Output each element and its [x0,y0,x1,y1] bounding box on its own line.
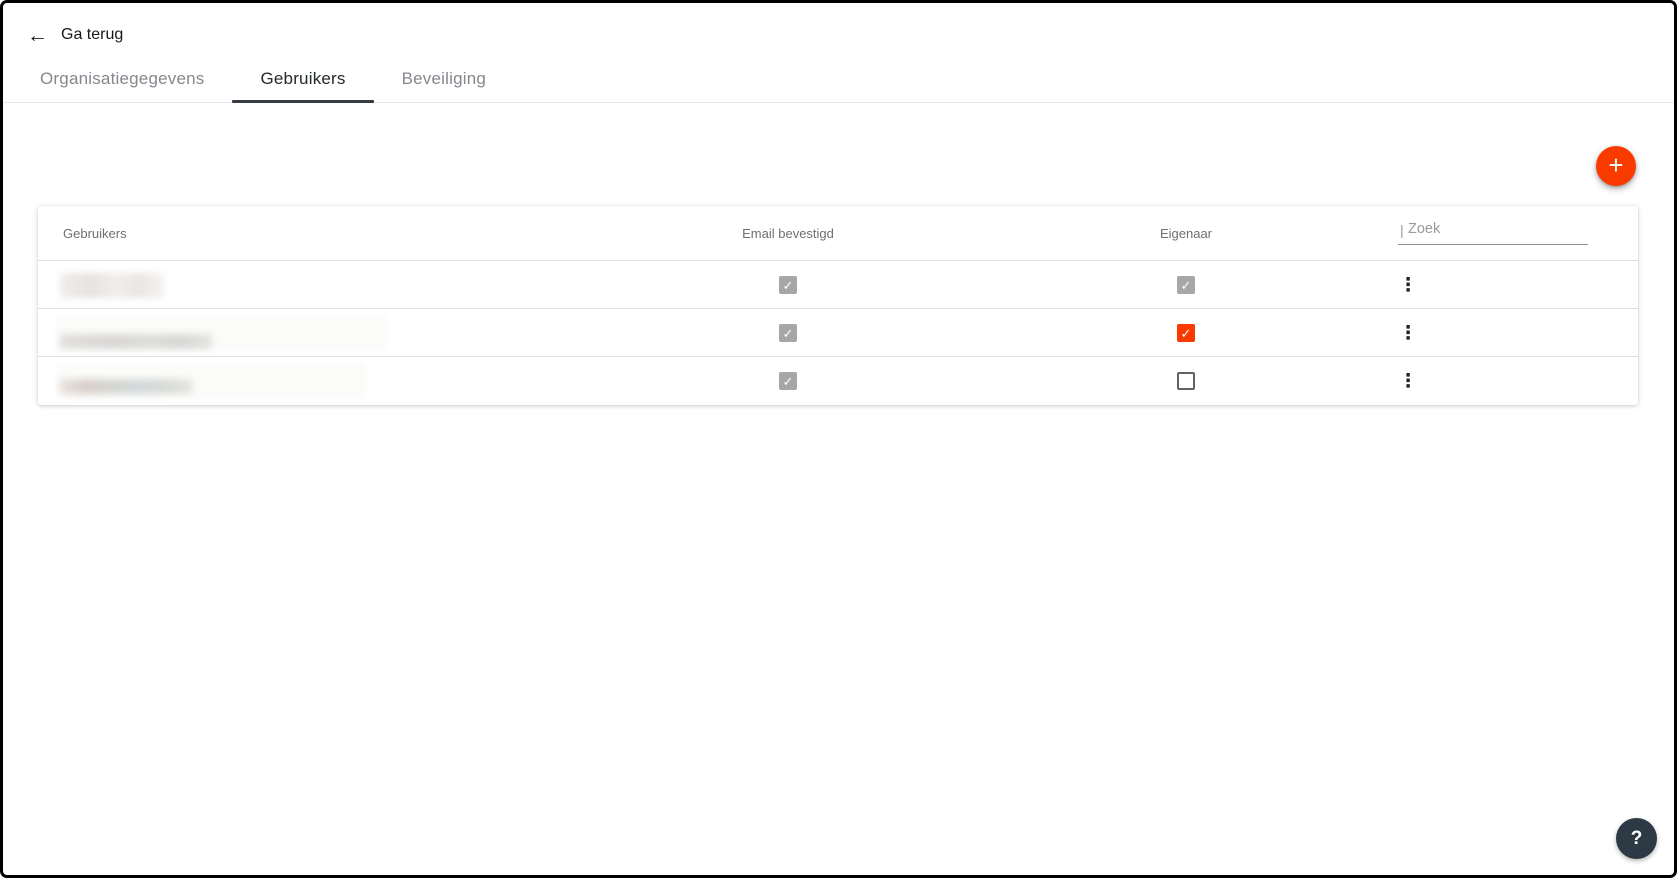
owner-cell: ✓ [1086,357,1286,405]
email-confirmed-checkbox[interactable]: ✓ [779,372,797,390]
table-row: ✓ ✓ ⋮ [38,309,1638,357]
email-confirmed-cell: ✓ [638,357,938,405]
table-header-row: Gebruikers Email bevestigd Eigenaar | [38,206,1638,261]
user-name-cell [60,357,192,405]
back-button[interactable]: ← Ga terug [27,22,123,48]
email-confirmed-cell: ✓ [638,261,938,309]
tab-label: Gebruikers [260,69,345,89]
tab-label: Organisatiegegevens [40,69,204,89]
owner-checkbox[interactable]: ✓ [1177,372,1195,390]
owner-checkbox[interactable]: ✓ [1177,324,1195,342]
row-menu-button[interactable]: ⋮ [1391,320,1426,347]
email-confirmed-checkbox[interactable]: ✓ [779,324,797,342]
row-menu-button[interactable]: ⋮ [1391,272,1426,299]
app-window: ← Ga terug Organisatiegegevens Gebruiker… [0,0,1677,878]
row-actions-cell: ⋮ [1383,357,1433,405]
row-actions-cell: ⋮ [1383,309,1433,357]
column-header-owner: Eigenaar [1086,206,1286,261]
table-row: ✓ ✓ ⋮ [38,357,1638,405]
plus-icon: + [1608,152,1623,178]
column-header-email-confirmed: Email bevestigd [638,206,938,261]
redacted-user-name [60,273,164,298]
row-actions-cell: ⋮ [1383,261,1433,309]
tab-bar: Organisatiegegevens Gebruikers Beveiligi… [3,55,1674,103]
check-icon: ✓ [1181,279,1192,292]
search-field-wrap: | [1398,217,1588,247]
user-name-cell [60,309,212,357]
column-header-users: Gebruikers [63,206,127,261]
user-name-cell [60,261,164,309]
tab-beveiliging[interactable]: Beveiliging [374,55,514,102]
email-confirmed-checkbox[interactable]: ✓ [779,276,797,294]
table-row: ✓ ✓ ⋮ [38,261,1638,309]
tab-label: Beveiliging [402,69,486,89]
users-table: Gebruikers Email bevestigd Eigenaar | ✓ … [38,206,1638,405]
check-icon: ✓ [783,375,794,388]
back-label: Ga terug [61,26,123,44]
help-button[interactable]: ? [1616,818,1657,859]
back-arrow-icon: ← [27,25,48,46]
tab-organisatiegegevens[interactable]: Organisatiegegevens [12,55,232,102]
check-icon: ✓ [783,279,794,292]
redacted-user-name [60,334,212,349]
tab-gebruikers[interactable]: Gebruikers [232,55,373,102]
owner-cell: ✓ [1086,309,1286,357]
email-confirmed-cell: ✓ [638,309,938,357]
question-mark-icon: ? [1631,828,1643,850]
search-input[interactable] [1398,217,1588,245]
row-menu-button[interactable]: ⋮ [1391,368,1426,395]
redacted-user-name [60,379,192,394]
owner-cell: ✓ [1086,261,1286,309]
check-icon: ✓ [1181,327,1192,340]
add-user-button[interactable]: + [1596,146,1636,186]
owner-checkbox[interactable]: ✓ [1177,276,1195,294]
check-icon: ✓ [783,327,794,340]
